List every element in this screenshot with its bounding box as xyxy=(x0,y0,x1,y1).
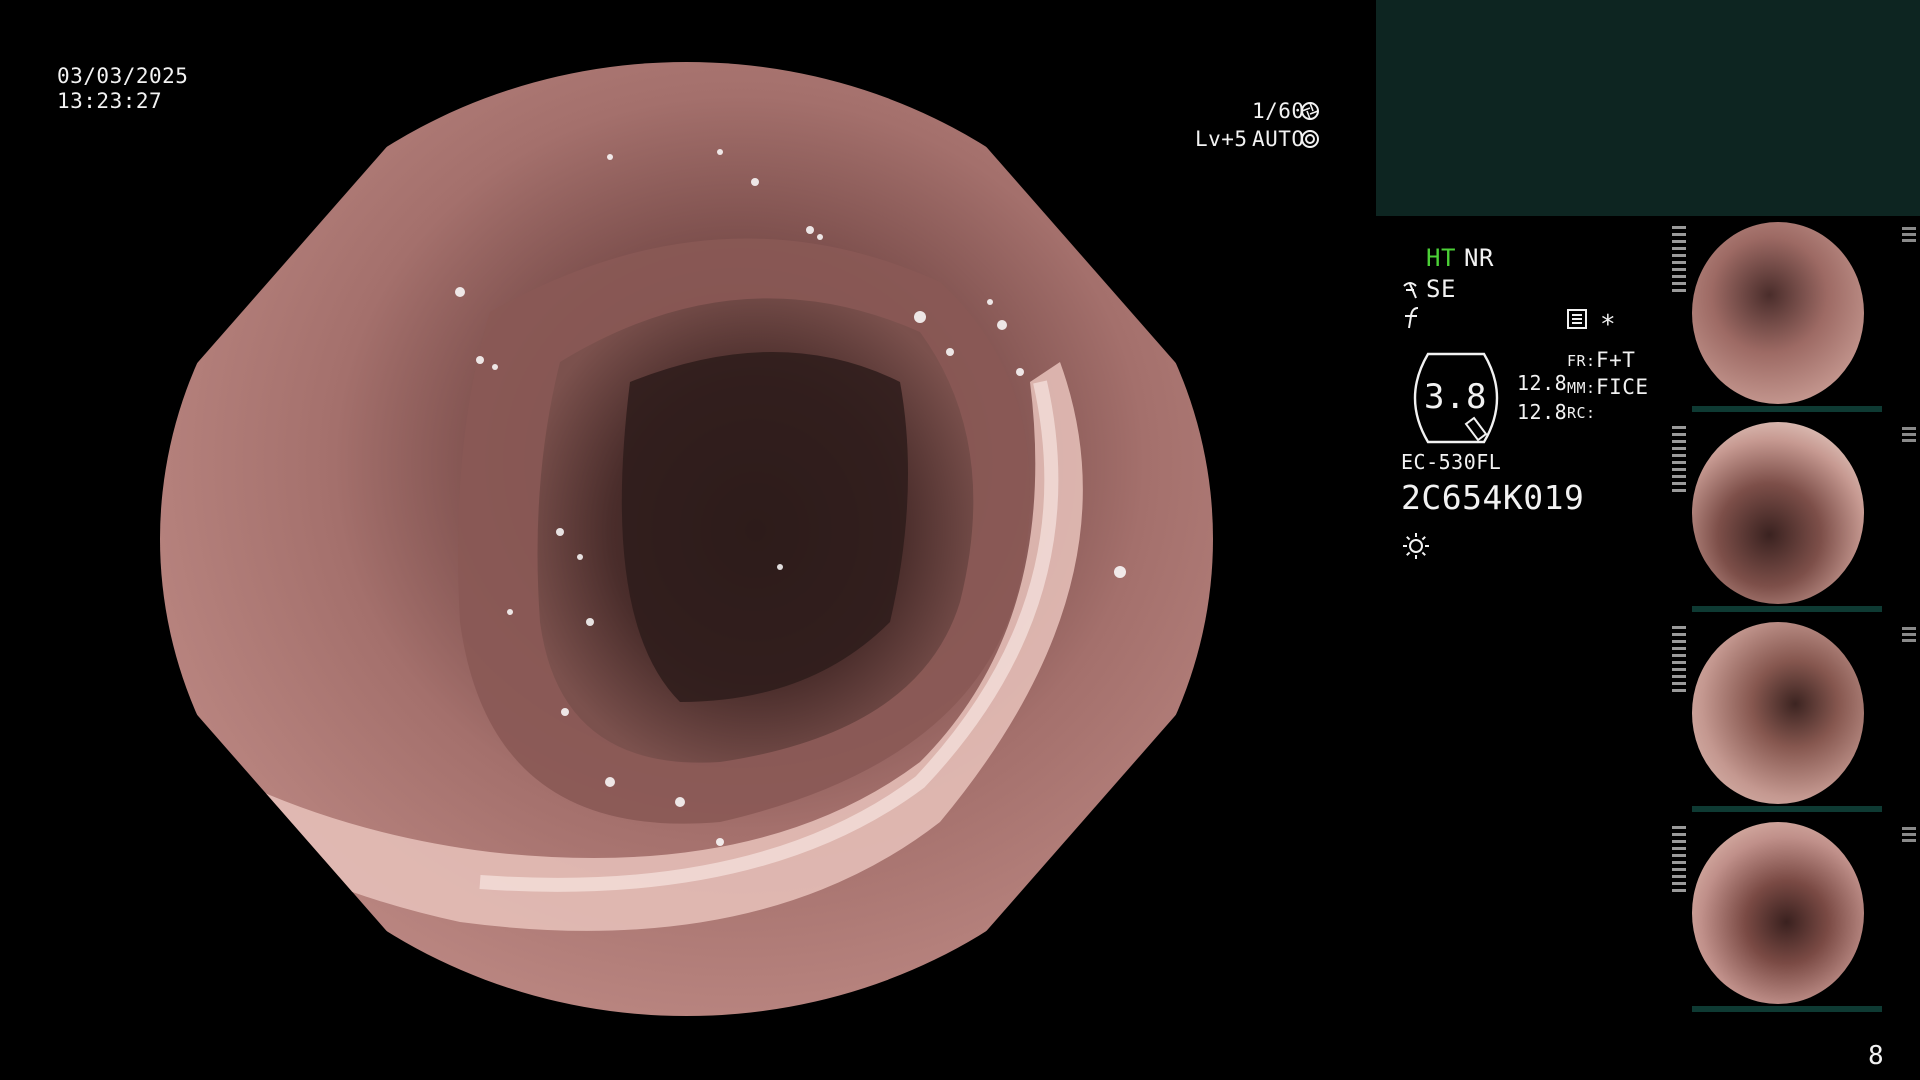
structure-enhance-icon xyxy=(1402,278,1426,300)
thumbnail-meta-right xyxy=(1902,824,1916,844)
mm-value: FICE xyxy=(1596,375,1649,399)
fr-value: F+T xyxy=(1596,348,1636,372)
endoscope-image xyxy=(160,62,1213,1016)
thumbnail-meta xyxy=(1672,222,1690,342)
light-icon xyxy=(1402,532,1430,560)
exposure-mode: AUTO xyxy=(1252,127,1305,151)
thumbnail-image xyxy=(1692,422,1864,604)
thumbnail-meta-right xyxy=(1902,424,1916,444)
aperture-icon xyxy=(1300,101,1320,121)
thumbnail-bar xyxy=(1692,406,1882,412)
thumbnail-meta-right xyxy=(1902,224,1916,244)
mm-label: MM: xyxy=(1567,379,1596,397)
se-indicator: SE xyxy=(1426,275,1456,303)
scope-serial: 2C654K019 xyxy=(1401,478,1585,517)
thumbnail-image xyxy=(1692,822,1864,1004)
filter-icon xyxy=(1402,306,1424,330)
thumbnail-1[interactable] xyxy=(1670,216,1920,412)
thumbnail-count: 8 xyxy=(1868,1041,1885,1071)
thumbnail-image xyxy=(1692,622,1864,804)
thumbnail-meta-right xyxy=(1902,624,1916,644)
iris-icon xyxy=(1300,129,1320,149)
scope-model: EC-530FL xyxy=(1401,450,1502,474)
thumbnail-meta xyxy=(1672,622,1690,742)
thumbnail-2[interactable] xyxy=(1670,416,1920,612)
exposure-level: Lv+5 xyxy=(1195,127,1248,151)
thumbnail-meta xyxy=(1672,422,1690,542)
info-panel xyxy=(1376,0,1920,216)
value-2: 12.8 xyxy=(1517,400,1568,424)
shutter-speed: 1/60 xyxy=(1252,99,1305,123)
exam-date: 03/03/2025 xyxy=(57,64,189,88)
nr-indicator: NR xyxy=(1464,244,1494,272)
zoom-value: 3.8 xyxy=(1424,377,1487,417)
memory-icon xyxy=(1566,308,1588,330)
endoscope-main-view xyxy=(160,62,1213,1016)
value-1: 12.8 xyxy=(1517,371,1568,395)
thumbnail-image xyxy=(1692,222,1864,404)
ht-indicator: HT xyxy=(1426,244,1456,272)
thumbnail-meta xyxy=(1672,822,1690,942)
thumbnail-bar xyxy=(1692,1006,1882,1012)
thumbnail-3[interactable] xyxy=(1670,616,1920,812)
exam-time: 13:23:27 xyxy=(57,89,163,113)
rc-label: RC: xyxy=(1567,404,1596,422)
thumbnail-bar xyxy=(1692,606,1882,612)
thumbnail-bar xyxy=(1692,806,1882,812)
fr-label: FR: xyxy=(1567,352,1596,370)
asterisk-indicator: * xyxy=(1600,310,1617,340)
thumbnail-4[interactable] xyxy=(1670,816,1920,1012)
